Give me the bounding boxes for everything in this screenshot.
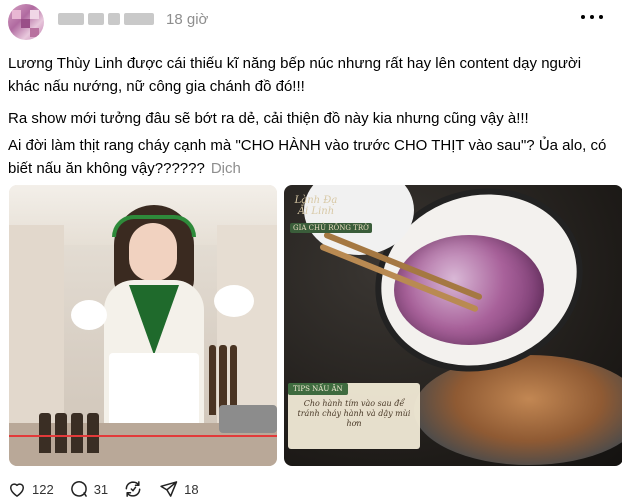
post-text-paragraph-1: Lương Thùy Linh được cái thiếu kĩ năng b… bbox=[8, 55, 582, 95]
thread-post: 18 giờ Lương Thùy Linh được cái thiếu kĩ… bbox=[0, 0, 622, 499]
green-headband bbox=[112, 215, 196, 237]
white-glove-right bbox=[214, 285, 254, 317]
comment-count: 31 bbox=[93, 481, 109, 497]
repost-icon bbox=[122, 478, 144, 499]
username-blur-block bbox=[58, 13, 84, 25]
post-image-2[interactable]: Lành Đạ Ắi Linh GIA CHỦ RÔNG TRỜ TIPS NẤ… bbox=[284, 185, 622, 466]
heart-icon bbox=[6, 478, 28, 499]
cooking-tip-text: Cho hành tím vào sau để tránh cháy hành … bbox=[297, 399, 411, 428]
post-text-paragraph-2: Ra show mới tưởng đâu sẽ bớt ra dẻ, cải … bbox=[8, 110, 529, 127]
avatar-pixel bbox=[21, 19, 30, 28]
condiment-bottles bbox=[39, 413, 99, 453]
cooking-pot bbox=[219, 405, 277, 433]
like-button[interactable]: 122 bbox=[6, 478, 54, 499]
comment-button[interactable]: 31 bbox=[68, 478, 108, 499]
sauce-bottles bbox=[209, 335, 237, 415]
avatar[interactable] bbox=[8, 4, 44, 40]
more-icon[interactable] bbox=[581, 14, 603, 20]
repost-button[interactable] bbox=[122, 478, 144, 499]
comment-icon bbox=[68, 478, 90, 499]
post-actions: 122 31 18 bbox=[6, 478, 213, 499]
post-text-paragraph-3: Ai đời làm thịt rang cháy cạnh mà "CHO H… bbox=[8, 134, 608, 180]
show-logo: Lành Đạ Ắi Linh bbox=[294, 195, 338, 217]
post-image-1[interactable] bbox=[9, 185, 277, 466]
post-time: 18 giờ bbox=[166, 11, 209, 28]
cooking-tip-tag: TIPS NẤU ĂN bbox=[288, 383, 348, 395]
show-logo-subtitle: GIA CHỦ RÔNG TRỜ bbox=[290, 223, 372, 233]
avatar-pixel bbox=[30, 28, 39, 37]
avatar-pixel bbox=[12, 10, 21, 19]
username-blur-block bbox=[124, 13, 154, 25]
white-apron bbox=[109, 353, 199, 433]
frying-pan bbox=[414, 355, 622, 465]
username-blurred[interactable] bbox=[58, 10, 156, 28]
username-blur-block bbox=[108, 13, 120, 25]
share-count: 18 bbox=[184, 481, 199, 497]
send-icon bbox=[158, 478, 180, 499]
share-button[interactable]: 18 bbox=[158, 478, 199, 499]
translate-link[interactable]: Dịch bbox=[211, 160, 241, 177]
cooking-tip-box: TIPS NẤU ĂN Cho hành tím vào sau để trán… bbox=[288, 383, 420, 449]
like-count: 122 bbox=[32, 481, 54, 497]
username-blur-block bbox=[88, 13, 104, 25]
red-line bbox=[9, 435, 277, 437]
avatar-pixel bbox=[30, 10, 39, 19]
white-glove-left bbox=[71, 300, 107, 330]
paragraph-3-text: Ai đời làm thịt rang cháy cạnh mà "CHO H… bbox=[8, 137, 607, 177]
